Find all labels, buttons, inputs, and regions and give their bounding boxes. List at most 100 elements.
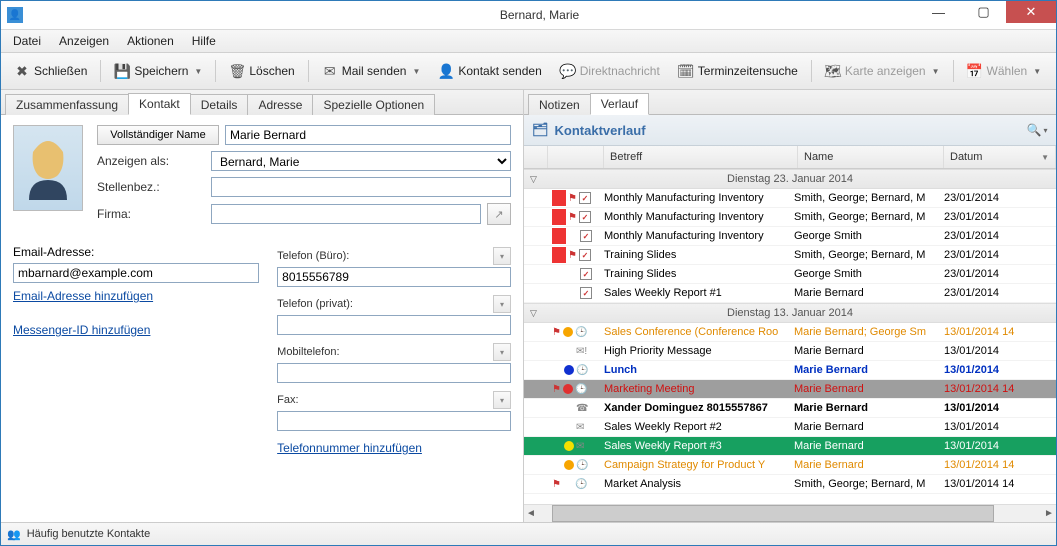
row-date: 13/01/2014 14	[944, 478, 1040, 490]
displayas-select[interactable]: Bernard, Marie	[211, 151, 511, 171]
checkbox-icon[interactable]: ✓	[580, 230, 592, 242]
row-name: Marie Bernard	[794, 421, 944, 433]
history-row[interactable]: ✓Monthly Manufacturing InventoryGeorge S…	[524, 227, 1056, 246]
row-name: Marie Bernard	[794, 345, 944, 357]
tab-special[interactable]: Spezielle Optionen	[312, 94, 435, 115]
row-name: Marie Bernard; George Sm	[794, 326, 944, 338]
history-row[interactable]: ⚑✓Training SlidesSmith, George; Bernard,…	[524, 246, 1056, 265]
statusbar-text[interactable]: Häufig benutzte Kontakte	[27, 528, 151, 540]
tab-contact[interactable]: Kontakt	[128, 93, 191, 115]
email-input[interactable]	[13, 263, 259, 283]
collapse-icon[interactable]: ▽	[530, 174, 537, 185]
row-date: 23/01/2014	[944, 192, 1040, 204]
minimize-button[interactable]: —	[916, 1, 961, 23]
add-phone-link[interactable]: Telefonnummer hinzufügen	[277, 441, 511, 455]
row-name: Smith, George; Bernard, M	[794, 478, 944, 490]
history-row[interactable]: ⚑🕒Sales Conference (Conference RooMarie …	[524, 323, 1056, 342]
company-share-button[interactable]: ↗	[487, 203, 511, 225]
history-row[interactable]: ⚑✓Monthly Manufacturing InventorySmith, …	[524, 189, 1056, 208]
jobtitle-input[interactable]	[211, 177, 511, 197]
dial-icon: 📅	[967, 63, 983, 79]
col-icons[interactable]	[548, 146, 604, 168]
row-date: 23/01/2014	[944, 249, 1040, 261]
checkbox-icon[interactable]: ✓	[579, 249, 591, 261]
history-row[interactable]: 🕒Campaign Strategy for Product YMarie Be…	[524, 456, 1056, 475]
tab-history[interactable]: Verlauf	[590, 93, 649, 115]
tab-summary[interactable]: Zusammenfassung	[5, 94, 129, 115]
group-header[interactable]: ▽Dienstag 23. Januar 2014	[524, 169, 1056, 189]
row-name: Smith, George; Bernard, M	[794, 249, 944, 261]
checkbox-icon[interactable]: ✓	[579, 211, 591, 223]
row-name: Marie Bernard	[794, 402, 944, 414]
chat-icon: 💬	[560, 63, 576, 79]
col-indicator[interactable]	[524, 146, 548, 168]
collapse-icon[interactable]: ▽	[530, 308, 537, 319]
history-row[interactable]: 🕒LunchMarie Bernard13/01/2014	[524, 361, 1056, 380]
row-subject: Monthly Manufacturing Inventory	[604, 192, 794, 204]
add-im-link[interactable]: Messenger-ID hinzufügen	[13, 323, 259, 337]
chevron-down-icon[interactable]: ▼	[194, 67, 202, 76]
phone-office-input[interactable]	[277, 267, 511, 287]
toolbar-save[interactable]: 💾Speichern▼	[107, 59, 209, 83]
phone-office-dropdown[interactable]: ▾	[493, 247, 511, 265]
history-row[interactable]: ✉!High Priority MessageMarie Bernard13/0…	[524, 342, 1056, 361]
mobile-dropdown[interactable]: ▾	[493, 343, 511, 361]
history-row[interactable]: ⚑🕒Market AnalysisSmith, George; Bernard,…	[524, 475, 1056, 494]
fax-input[interactable]	[277, 411, 511, 431]
phone-home-input[interactable]	[277, 315, 511, 335]
company-input[interactable]	[211, 204, 481, 224]
history-row[interactable]: ⚑✓Monthly Manufacturing InventorySmith, …	[524, 208, 1056, 227]
toolbar-mail[interactable]: ✉Mail senden▼	[315, 59, 428, 83]
menu-actions[interactable]: Aktionen	[119, 32, 182, 50]
chevron-down-icon[interactable]: ▼	[412, 67, 420, 76]
phone-office-label: Telefon (Büro):	[277, 250, 349, 262]
toolbar-send-contact[interactable]: 👤Kontakt senden	[431, 59, 548, 83]
mobile-input[interactable]	[277, 363, 511, 383]
fullname-input[interactable]	[225, 125, 511, 145]
col-date[interactable]: Datum▼	[944, 146, 1056, 168]
menu-view[interactable]: Anzeigen	[51, 32, 117, 50]
toolbar-close[interactable]: ✖Schließen	[7, 59, 94, 83]
mail-excl-icon: ✉!	[576, 346, 587, 357]
company-label: Firma:	[97, 207, 205, 221]
menu-help[interactable]: Hilfe	[184, 32, 224, 50]
tab-address[interactable]: Adresse	[247, 94, 313, 115]
fax-dropdown[interactable]: ▾	[493, 391, 511, 409]
history-row[interactable]: ✓Sales Weekly Report #1Marie Bernard23/0…	[524, 284, 1056, 303]
tab-details[interactable]: Details	[190, 94, 249, 115]
maximize-button[interactable]: ▢	[961, 1, 1006, 23]
group-header[interactable]: ▽Dienstag 13. Januar 2014	[524, 303, 1056, 323]
col-name[interactable]: Name	[798, 146, 944, 168]
map-icon: 🗺	[825, 63, 841, 79]
tab-notes[interactable]: Notizen	[528, 94, 591, 115]
history-row[interactable]: ⚑🕒Marketing MeetingMarie Bernard13/01/20…	[524, 380, 1056, 399]
history-row[interactable]: ✉Sales Weekly Report #2Marie Bernard13/0…	[524, 418, 1056, 437]
toolbar-delete[interactable]: 🗑Löschen	[222, 59, 301, 83]
horizontal-scrollbar[interactable]: ◄►	[524, 504, 1056, 522]
history-row[interactable]: ✓Training SlidesGeorge Smith23/01/2014	[524, 265, 1056, 284]
category-dot-icon	[563, 384, 573, 394]
close-button[interactable]: ✕	[1006, 1, 1056, 23]
search-button[interactable]: 🔍▾	[1026, 119, 1048, 141]
history-row[interactable]: ☎Xander Dominguez 8015557867Marie Bernar…	[524, 399, 1056, 418]
checkbox-icon[interactable]: ✓	[580, 268, 592, 280]
checkbox-icon[interactable]: ✓	[580, 287, 592, 299]
fullname-button[interactable]: Vollständiger Name	[97, 125, 219, 145]
row-subject: Sales Conference (Conference Roo	[604, 326, 794, 338]
flag-icon: ⚑	[552, 479, 561, 490]
phone-home-dropdown[interactable]: ▾	[493, 295, 511, 313]
row-name: Marie Bernard	[794, 459, 944, 471]
add-email-link[interactable]: Email-Adresse hinzufügen	[13, 289, 259, 303]
history-row[interactable]: ✉Sales Weekly Report #3Marie Bernard13/0…	[524, 437, 1056, 456]
menu-file[interactable]: Datei	[5, 32, 49, 50]
row-subject: Xander Dominguez 8015557867	[604, 402, 794, 414]
toolbar-appointment-search[interactable]: 🗓Terminzeitensuche	[671, 59, 805, 83]
category-dot-icon	[564, 460, 574, 470]
contacts-icon: 👥	[7, 528, 21, 541]
contact-avatar[interactable]	[13, 125, 83, 211]
person-icon: 👤	[438, 63, 454, 79]
mail-icon: ✉	[576, 441, 584, 452]
checkbox-icon[interactable]: ✓	[579, 192, 591, 204]
card-icon: 🗂	[532, 122, 549, 138]
col-subject[interactable]: Betreff	[604, 146, 798, 168]
